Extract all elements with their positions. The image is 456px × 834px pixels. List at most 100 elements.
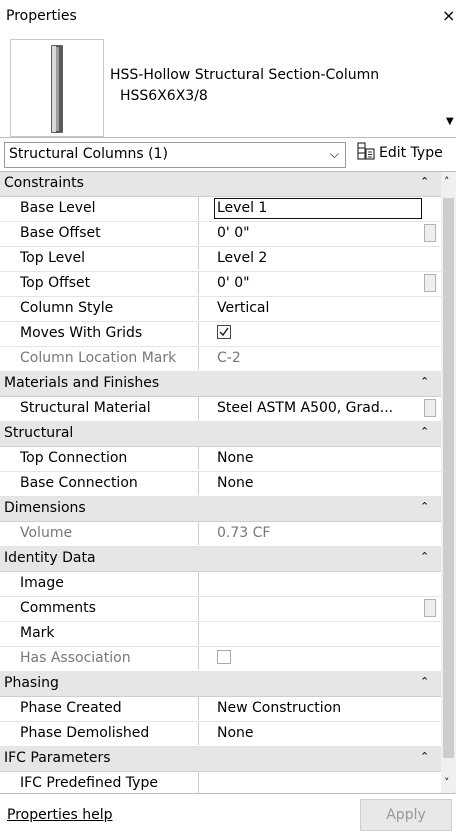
- property-value[interactable]: None: [200, 472, 424, 495]
- property-value[interactable]: Steel ASTM A500, Grad...: [200, 397, 424, 420]
- collapse-icon[interactable]: ⌃: [420, 500, 429, 513]
- properties-rows: Constraints ⌃ Base Level Level 1 Base Offset…: [0, 172, 441, 794]
- property-row: Phase Demolished None: [0, 722, 441, 747]
- property-name: Comments: [0, 597, 199, 620]
- property-name: Moves With Grids: [0, 322, 199, 345]
- property-value[interactable]: 0' 0": [200, 272, 424, 295]
- property-row: Top Level Level 2: [0, 247, 441, 272]
- property-row: Column Style Vertical: [0, 297, 441, 322]
- property-name: Mark: [0, 622, 199, 645]
- group-name: Identity Data: [4, 550, 96, 566]
- properties-grid: Constraints ⌃ Base Level Level 1 Base Offset…: [0, 171, 456, 794]
- property-row: Base Connection None: [0, 472, 441, 497]
- checkbox-checked-icon[interactable]: [217, 325, 231, 339]
- group-header[interactable]: IFC Parameters ⌃: [0, 747, 441, 772]
- property-row: Top Connection None: [0, 447, 441, 472]
- checkbox-icon: [217, 650, 231, 664]
- property-row: IFC Predefined Type: [0, 772, 441, 794]
- edit-type-label: Edit Type: [379, 145, 443, 161]
- property-name: Base Level: [0, 197, 199, 220]
- scroll-up-icon[interactable]: ˄: [444, 175, 450, 188]
- type-name: HSS-Hollow Structural Section-Column HSS…: [108, 65, 408, 107]
- property-value[interactable]: [200, 622, 424, 645]
- group-name: Structural: [4, 425, 74, 441]
- apply-button[interactable]: Apply: [360, 799, 452, 831]
- property-name: Volume: [0, 522, 199, 545]
- collapse-icon[interactable]: ⌃: [420, 425, 429, 438]
- property-row: Base Offset 0' 0": [0, 222, 441, 247]
- property-name: Phase Created: [0, 697, 199, 720]
- property-value[interactable]: [200, 597, 424, 620]
- collapse-icon[interactable]: ⌃: [420, 375, 429, 388]
- property-row: Moves With Grids: [0, 322, 441, 347]
- close-icon[interactable]: ×: [442, 6, 455, 25]
- edit-type-icon: [357, 142, 375, 164]
- group-header[interactable]: Identity Data ⌃: [0, 547, 441, 572]
- property-name: Column Style: [0, 297, 199, 320]
- group-header[interactable]: Constraints ⌃: [0, 172, 441, 197]
- property-row: Top Offset 0' 0": [0, 272, 441, 297]
- property-value[interactable]: None: [200, 447, 424, 470]
- group-name: Constraints: [4, 175, 84, 191]
- property-row: Comments: [0, 597, 441, 622]
- property-value[interactable]: [200, 322, 424, 345]
- group-name: Materials and Finishes: [4, 375, 160, 391]
- property-row: Volume 0.73 CF: [0, 522, 441, 547]
- property-name: IFC Predefined Type: [0, 772, 199, 794]
- edit-type-button[interactable]: Edit Type: [357, 142, 443, 166]
- value-browse-button[interactable]: [424, 399, 436, 417]
- property-name: Image: [0, 572, 199, 595]
- scroll-down-icon[interactable]: ˅: [444, 776, 450, 789]
- value-browse-button[interactable]: [424, 224, 436, 242]
- properties-help-link[interactable]: Properties help: [7, 807, 112, 823]
- collapse-icon[interactable]: ⌃: [420, 750, 429, 763]
- property-row: Structural Material Steel ASTM A500, Grad…: [0, 397, 441, 422]
- scrollbar-thumb[interactable]: [443, 198, 454, 758]
- collapse-icon[interactable]: ⌃: [420, 675, 429, 688]
- group-header[interactable]: Materials and Finishes ⌃: [0, 372, 441, 397]
- property-name: Top Level: [0, 247, 199, 270]
- property-name: Structural Material: [0, 397, 199, 420]
- property-name: Has Association: [0, 647, 199, 670]
- property-value[interactable]: [200, 572, 424, 595]
- group-header[interactable]: Phasing ⌃: [0, 672, 441, 697]
- property-name: Top Connection: [0, 447, 199, 470]
- group-name: IFC Parameters: [4, 750, 111, 766]
- property-row: Image: [0, 572, 441, 597]
- property-value[interactable]: 0' 0": [200, 222, 424, 245]
- property-value[interactable]: Vertical: [200, 297, 424, 320]
- property-row: Mark: [0, 622, 441, 647]
- value-browse-button[interactable]: [424, 599, 436, 617]
- property-name: Base Connection: [0, 472, 199, 495]
- value-browse-button[interactable]: [424, 274, 436, 292]
- vertical-scrollbar[interactable]: ˄ ˅: [441, 172, 456, 794]
- property-value: 0.73 CF: [217, 525, 271, 541]
- caret-down-icon[interactable]: ▼: [446, 116, 454, 127]
- group-header[interactable]: Dimensions ⌃: [0, 497, 441, 522]
- property-row: Column Location Mark C-2: [0, 347, 441, 372]
- type-name-value: HSS6X6X3/8: [120, 88, 208, 104]
- group-name: Phasing: [4, 675, 59, 691]
- type-preview-image: [10, 39, 104, 137]
- footer: Properties help Apply: [0, 793, 456, 834]
- family-name: HSS-Hollow Structural Section-Column: [110, 67, 380, 83]
- column-preview-icon: [51, 45, 63, 133]
- property-row: Base Level Level 1: [0, 197, 441, 222]
- title-bar: Properties ×: [0, 0, 456, 34]
- property-row: Has Association: [0, 647, 441, 672]
- property-value[interactable]: [200, 772, 424, 794]
- property-name: Top Offset: [0, 272, 199, 295]
- property-value: [200, 647, 424, 670]
- property-name: Phase Demolished: [0, 722, 199, 745]
- property-row: Phase Created New Construction: [0, 697, 441, 722]
- property-value[interactable]: Level 2: [200, 247, 424, 270]
- collapse-icon[interactable]: ⌃: [420, 175, 429, 188]
- active-edit-field[interactable]: [214, 198, 422, 219]
- instance-filter-dropdown[interactable]: Structural Columns (1) ⌵: [4, 142, 346, 168]
- property-value[interactable]: New Construction: [200, 697, 424, 720]
- property-value[interactable]: None: [200, 722, 424, 745]
- type-selector[interactable]: HSS-Hollow Structural Section-Column HSS…: [0, 34, 456, 137]
- collapse-icon[interactable]: ⌃: [420, 550, 429, 563]
- group-header[interactable]: Structural ⌃: [0, 422, 441, 447]
- filter-selected: Structural Columns (1): [9, 146, 168, 162]
